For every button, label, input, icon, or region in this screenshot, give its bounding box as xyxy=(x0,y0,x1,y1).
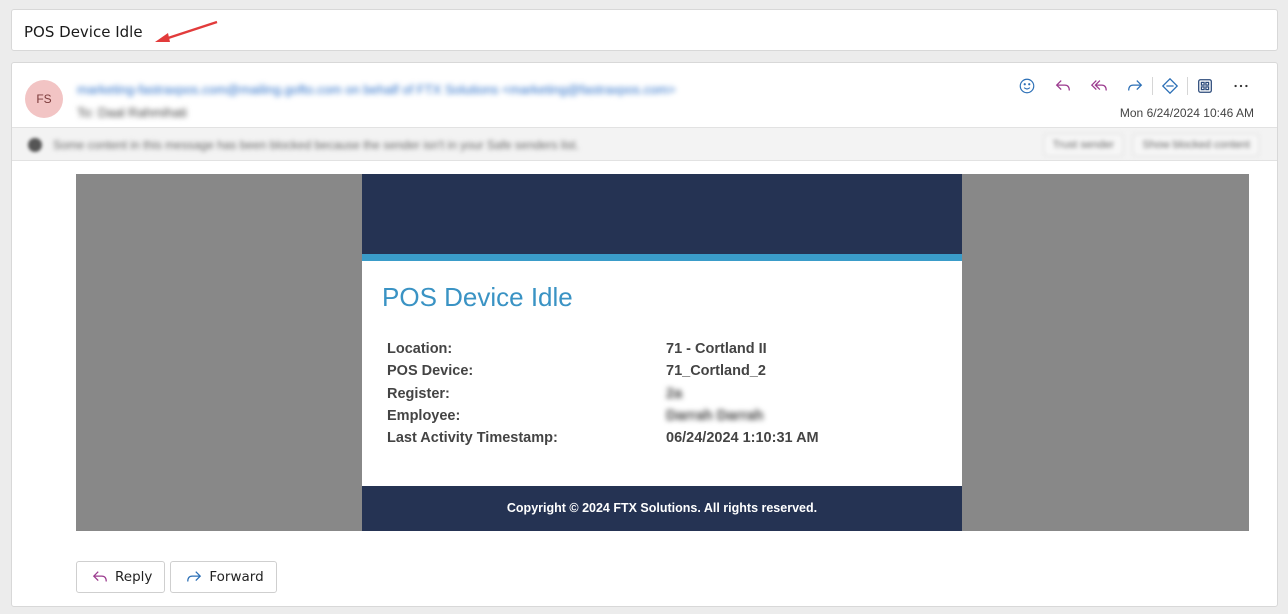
recipient-line: To: Daal Rahmihati xyxy=(77,105,187,120)
detail-label: Last Activity Timestamp: xyxy=(387,430,558,447)
email-template: POS Device Idle Location: 71 - Cortland … xyxy=(362,174,962,531)
detail-label: Register: xyxy=(387,385,450,402)
detail-value: 71 - Cortland II xyxy=(666,341,767,357)
detail-value-redacted: Darrah Darrah xyxy=(666,407,764,424)
reply-button-bottom[interactable]: Reply xyxy=(76,561,166,593)
forward-button-bottom[interactable]: Forward xyxy=(170,561,277,593)
apps-button[interactable] xyxy=(1187,75,1223,97)
emoji-button[interactable] xyxy=(1009,75,1045,97)
more-icon xyxy=(1234,84,1248,88)
email-title: POS Device Idle xyxy=(382,282,573,312)
reply-all-icon xyxy=(1090,80,1107,91)
forward-button[interactable] xyxy=(1117,75,1153,97)
message-date: Mon 6/24/2024 10:46 AM xyxy=(1119,106,1254,120)
detail-label: Location: xyxy=(387,341,453,357)
email-body-canvas: POS Device Idle Location: 71 - Cortland … xyxy=(76,174,1249,531)
reply-all-button[interactable] xyxy=(1081,75,1117,97)
avatar[interactable]: FS xyxy=(25,80,63,118)
message-actions xyxy=(1009,75,1259,97)
more-button[interactable] xyxy=(1223,75,1259,97)
details-table: Location: 71 - Cortland II POS Device: 7… xyxy=(387,341,947,452)
blocked-content-bar: Some content in this message has been bl… xyxy=(12,127,1277,161)
detail-label: POS Device: xyxy=(387,363,474,380)
detail-value-redacted: 2a xyxy=(666,385,683,402)
immersive-reader-icon xyxy=(1161,77,1179,95)
annotation-arrow-icon xyxy=(155,20,218,42)
apps-icon xyxy=(1198,79,1212,93)
email-accent-stripe xyxy=(362,254,962,261)
subject-header: POS Device Idle xyxy=(11,9,1278,51)
blocked-content-text: Some content in this message has been bl… xyxy=(53,138,579,152)
detail-value: 06/24/2024 1:10:31 AM xyxy=(666,430,819,447)
forward-label: Forward xyxy=(209,569,264,585)
detail-row-employee: Employee: Darrah Darrah xyxy=(387,408,947,430)
show-blocked-content-button[interactable]: Show blocked content xyxy=(1133,134,1259,156)
blocked-shield-icon xyxy=(28,138,42,152)
reply-button[interactable] xyxy=(1045,75,1081,97)
reply-bar: Reply Forward xyxy=(76,561,277,593)
trust-sender-button[interactable]: Trust sender xyxy=(1043,134,1123,156)
email-footer: Copyright © 2024 FTX Solutions. All righ… xyxy=(362,486,962,531)
email-header-banner xyxy=(362,174,962,254)
detail-label: Employee: xyxy=(387,407,461,424)
detail-value: 71_Cortland_2 xyxy=(666,363,766,380)
detail-row-register: Register: 2a xyxy=(387,386,947,408)
detail-row-pos-device: POS Device: 71_Cortland_2 xyxy=(387,363,947,385)
reply-icon xyxy=(1055,80,1070,91)
detail-row-location: Location: 71 - Cortland II xyxy=(387,341,947,363)
message-card: FS marketing-fastraxpos.com@mailing.goft… xyxy=(11,62,1278,607)
message-subject: POS Device Idle xyxy=(24,23,143,41)
sender-address[interactable]: marketing-fastraxpos.com@mailing.gofto.c… xyxy=(77,82,676,97)
reply-icon xyxy=(92,571,107,582)
detail-row-last-activity: Last Activity Timestamp: 06/24/2024 1:10… xyxy=(387,430,947,452)
forward-icon xyxy=(1128,80,1143,91)
forward-icon xyxy=(187,571,202,582)
immersive-reader-button[interactable] xyxy=(1152,75,1188,97)
reply-label: Reply xyxy=(115,569,153,585)
emoji-icon xyxy=(1019,78,1035,94)
